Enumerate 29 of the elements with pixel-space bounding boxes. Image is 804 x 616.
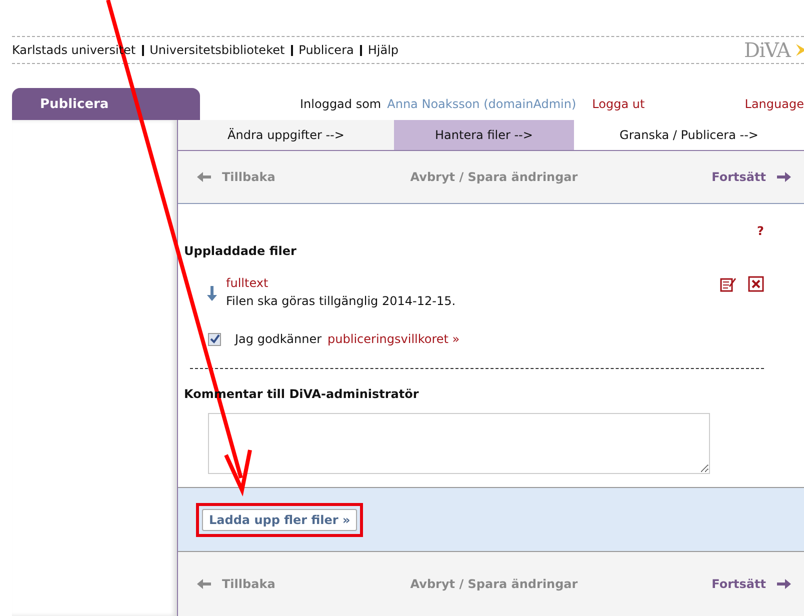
- top-nav-link[interactable]: Publicera: [298, 43, 354, 57]
- logo: DiVA: [744, 38, 790, 62]
- back-arrow-icon: [196, 578, 212, 590]
- file-note: Filen ska göras tillgänglig 2014-12-15.: [226, 294, 457, 308]
- agreement-label: Jag godkänner: [235, 332, 322, 346]
- language-link[interactable]: Language: [744, 97, 804, 111]
- help-link[interactable]: ?: [757, 224, 764, 238]
- star-icon: [796, 42, 804, 58]
- step-tab[interactable]: Ändra uppgifter -->: [178, 120, 394, 150]
- edit-icon[interactable]: [720, 276, 736, 292]
- forward-arrow-icon: [776, 578, 792, 590]
- delete-icon[interactable]: [748, 276, 764, 292]
- file-link[interactable]: fulltext: [226, 276, 712, 290]
- continue-link[interactable]: Fortsätt: [712, 170, 766, 184]
- continue-link[interactable]: Fortsätt: [712, 577, 766, 591]
- step-tab[interactable]: Hantera filer -->: [394, 120, 574, 150]
- comment-field[interactable]: [208, 413, 710, 474]
- logout-link[interactable]: Logga ut: [592, 97, 645, 111]
- checkbox[interactable]: [208, 332, 221, 346]
- top-nav-link[interactable]: Universitetsbiblioteket: [150, 43, 285, 57]
- section-title: Uppladdade filer: [184, 244, 298, 258]
- publish-tab[interactable]: Publicera: [12, 88, 200, 120]
- top-nav-link[interactable]: Hjälp: [368, 43, 399, 57]
- upload-more-button[interactable]: Ladda upp fler filer »: [202, 508, 358, 530]
- terms-link[interactable]: publiceringsvillkoret »: [328, 332, 460, 346]
- back-arrow-icon: [196, 171, 212, 183]
- forward-arrow-icon: [776, 171, 792, 183]
- logged-in-label: Inloggad som: [300, 97, 382, 111]
- download-arrow-icon: [206, 286, 218, 302]
